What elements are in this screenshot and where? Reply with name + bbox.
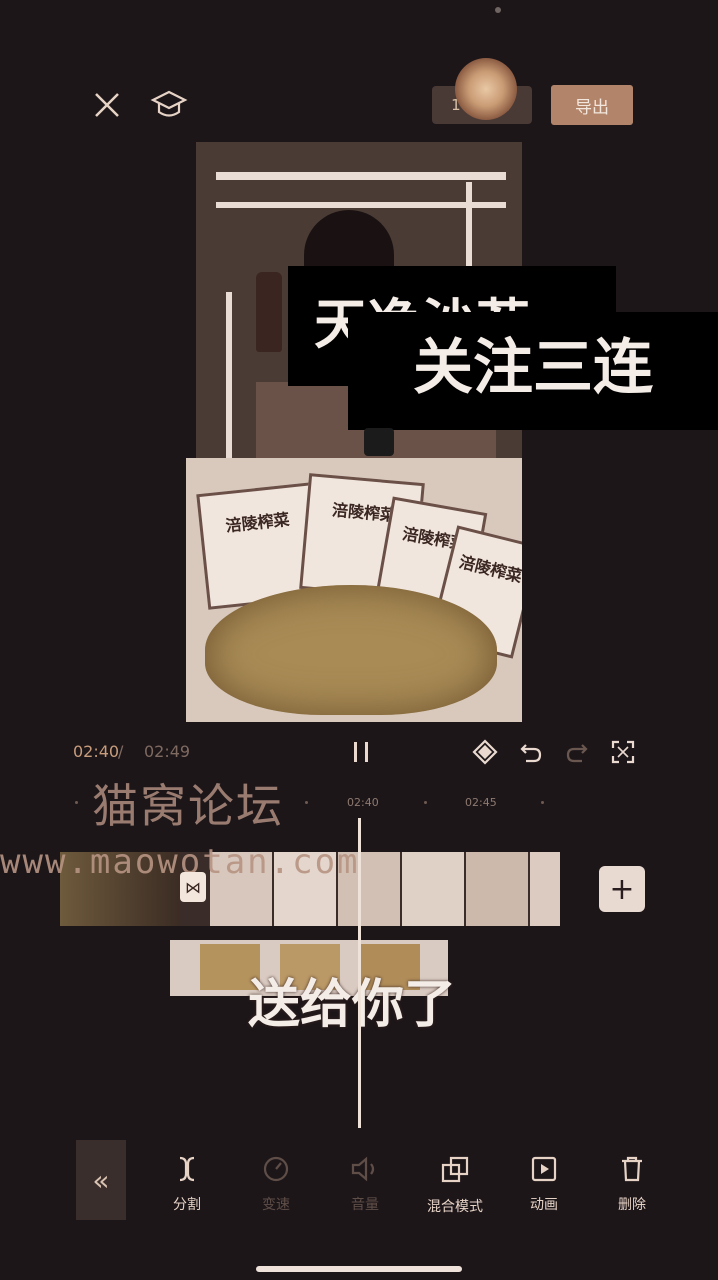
tool-label: 混合模式 (427, 1199, 483, 1215)
collapse-button[interactable]: « (76, 1140, 126, 1220)
tool-label: 分割 (173, 1197, 201, 1213)
ruler-dot (305, 801, 308, 804)
tool-label: 删除 (618, 1197, 646, 1213)
tool-blend-mode[interactable]: 混合模式 (415, 1154, 495, 1216)
pause-button[interactable] (348, 737, 374, 767)
close-icon (95, 93, 119, 117)
watermark-title: 猫窝论坛 (92, 779, 284, 833)
blend-mode-icon (441, 1156, 469, 1183)
food-bowl (205, 585, 497, 715)
current-time: 02:40 (73, 742, 120, 761)
tutorial-button[interactable] (148, 84, 190, 126)
home-indicator[interactable] (256, 1266, 462, 1272)
ruler-dot (424, 801, 427, 804)
transition-icon: ⋈ (185, 877, 201, 897)
plus-icon: + (609, 871, 635, 907)
ruler-tick: 02:45 (465, 796, 497, 809)
sticker-handle[interactable] (364, 428, 394, 456)
tool-animation[interactable]: 动画 (504, 1154, 584, 1214)
fullscreen-button[interactable] (608, 737, 638, 767)
camera-dot (495, 7, 501, 13)
undo-button[interactable] (516, 737, 546, 767)
tool-delete[interactable]: 删除 (592, 1154, 672, 1214)
bottle (256, 272, 282, 352)
total-time: 02:49 (144, 742, 191, 761)
split-icon (179, 1156, 195, 1182)
tool-label: 音量 (351, 1197, 379, 1213)
text-caption-2[interactable]: 关注三连 (348, 312, 718, 430)
close-button[interactable] (88, 86, 126, 124)
fullscreen-icon (611, 740, 635, 764)
shelf-line (216, 172, 506, 180)
clip-thumbnail (466, 852, 528, 926)
redo-button[interactable] (562, 737, 592, 767)
tool-label: 变速 (262, 1197, 290, 1213)
volume-icon (351, 1156, 375, 1182)
transition-button[interactable]: ⋈ (180, 872, 206, 902)
double-chevron-left-icon: « (92, 1163, 110, 1197)
animation-icon (531, 1156, 557, 1182)
time-separator: / (118, 742, 124, 761)
export-button[interactable]: 导出 (551, 85, 633, 125)
pause-icon (354, 742, 368, 762)
ruler-dot (541, 801, 544, 804)
tool-volume[interactable]: 音量 (325, 1154, 405, 1214)
sticker-caption: 送给你了 (248, 975, 457, 1035)
keyframe-icon (472, 739, 498, 765)
tool-split[interactable]: 分割 (147, 1154, 227, 1214)
shelf-line (216, 202, 506, 208)
undo-icon (520, 744, 542, 763)
ruler-tick: 02:40 (347, 796, 379, 809)
add-clip-button[interactable]: + (599, 866, 645, 912)
redo-icon (566, 744, 588, 763)
tool-speed[interactable]: 变速 (236, 1154, 316, 1214)
clip-thumbnail (530, 852, 560, 926)
ruler-dot (75, 801, 78, 804)
export-label: 导出 (575, 97, 609, 118)
clip-thumbnail (402, 852, 464, 926)
speed-icon (263, 1156, 289, 1182)
graduation-cap-icon (150, 90, 188, 117)
tool-label: 动画 (530, 1197, 558, 1213)
touch-indicator (455, 58, 517, 120)
playhead[interactable] (358, 818, 361, 1128)
keyframe-button[interactable] (470, 737, 500, 767)
delete-icon (622, 1156, 642, 1182)
